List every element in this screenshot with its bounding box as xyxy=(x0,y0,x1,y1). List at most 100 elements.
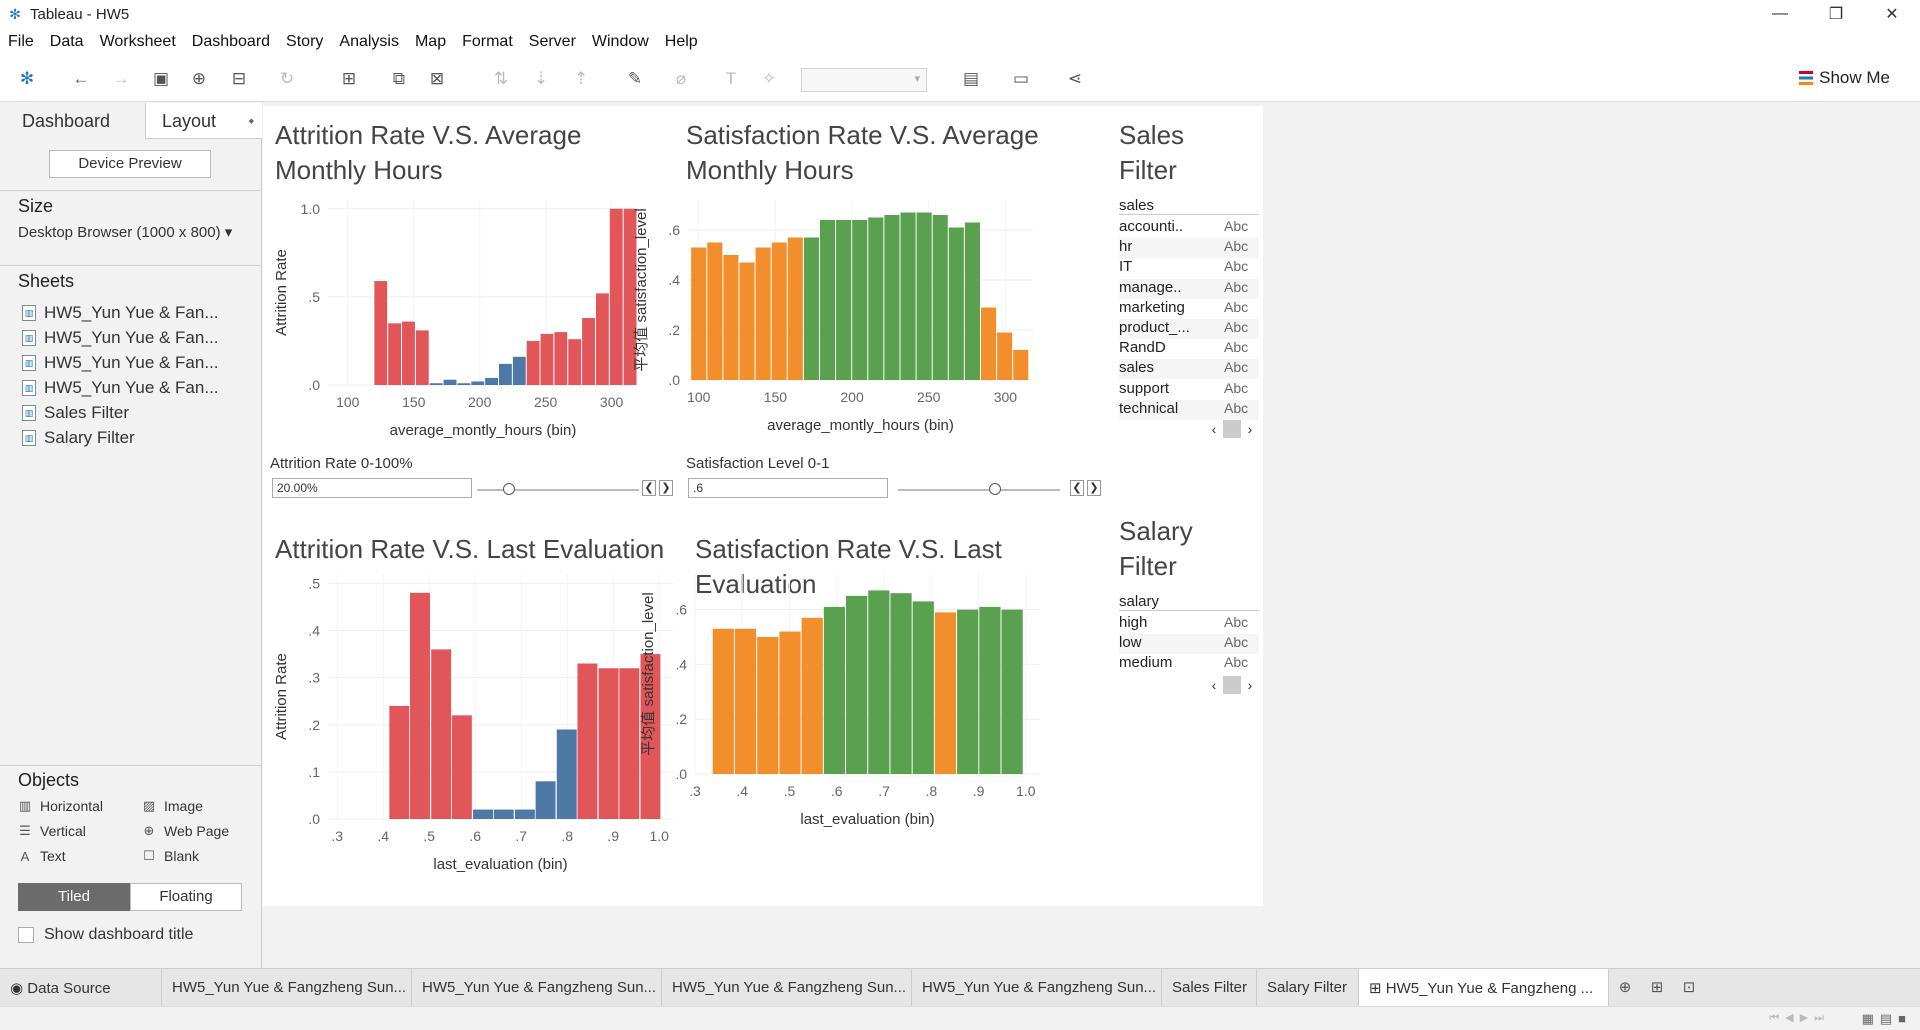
increment-button[interactable]: ❯ xyxy=(1087,480,1101,496)
menu-data[interactable]: Data xyxy=(50,33,84,51)
clear-sheet-icon[interactable]: ⊠ xyxy=(424,66,450,92)
close-button[interactable]: ✕ xyxy=(1864,0,1920,28)
object-vertical[interactable]: ☰ Vertical xyxy=(18,823,86,839)
filter-row[interactable]: high Abc xyxy=(1119,614,1259,634)
tab-dashboard[interactable]: Dashboard xyxy=(0,103,145,139)
chevron-left-icon[interactable]: ‹ xyxy=(1205,420,1223,438)
highlight-icon[interactable]: ✎ xyxy=(622,66,648,92)
tab-sales-filter[interactable]: Sales Filter xyxy=(1162,969,1257,1006)
y-tick-label: .0 xyxy=(668,372,680,388)
menu-file[interactable]: File xyxy=(8,33,34,51)
menu-analysis[interactable]: Analysis xyxy=(339,33,399,51)
undo-icon[interactable]: ← xyxy=(68,66,94,92)
satisfaction-param-input[interactable]: .6 xyxy=(688,478,888,498)
salary-filter-nav: ‹ › xyxy=(1119,676,1259,694)
sheet-item[interactable]: ▥ HW5_Yun Yue & Fan... xyxy=(22,378,219,398)
filter-row[interactable]: technical Abc xyxy=(1119,399,1259,420)
filter-row[interactable]: manage.. Abc xyxy=(1119,278,1259,299)
sheet-item[interactable]: ▥ Sales Filter xyxy=(22,403,129,423)
restore-button[interactable]: ❐ xyxy=(1808,0,1864,28)
menu-help[interactable]: Help xyxy=(665,33,698,51)
fix-axes-icon[interactable]: ✧ xyxy=(756,66,782,92)
filter-row[interactable]: sales Abc xyxy=(1119,359,1259,380)
duplicate-icon[interactable]: ⧉ xyxy=(386,66,412,92)
tab-worksheet[interactable]: HW5_Yun Yue & Fangzheng Sun... xyxy=(412,969,662,1006)
sort-descending-icon[interactable]: ⇡ xyxy=(568,66,594,92)
decrement-button[interactable]: ❮ xyxy=(1070,480,1084,496)
tab-data-source[interactable]: ◉ Data Source xyxy=(0,969,162,1006)
filter-row[interactable]: RandD Abc xyxy=(1119,339,1259,359)
filter-row[interactable]: support Abc xyxy=(1119,380,1259,400)
sort-ascending-icon[interactable]: ⇣ xyxy=(528,66,554,92)
satisfaction-param-slider[interactable] xyxy=(898,489,1060,491)
object-horizontal[interactable]: ▥ Horizontal xyxy=(18,798,103,814)
filter-row[interactable]: medium Abc xyxy=(1119,654,1259,674)
sheet-navigation[interactable]: ⏮◀▶⏭ xyxy=(1769,1011,1830,1025)
save-icon[interactable]: ▣ xyxy=(148,66,174,92)
bar xyxy=(1001,609,1023,774)
filter-row[interactable]: marketing Abc xyxy=(1119,299,1259,319)
presentation-icon[interactable]: ▭ xyxy=(1008,66,1034,92)
filter-row[interactable]: product_... Abc xyxy=(1119,319,1259,339)
object-blank[interactable]: ☐ Blank xyxy=(142,848,199,864)
new-story-icon[interactable]: ⊡ xyxy=(1673,969,1705,1006)
filter-row[interactable]: low Abc xyxy=(1119,634,1259,655)
chevron-right-icon[interactable]: › xyxy=(1241,420,1259,438)
group-icon[interactable]: ⌀ xyxy=(668,66,694,92)
chevron-right-icon[interactable]: › xyxy=(1241,676,1259,694)
swap-icon[interactable]: ⇅ xyxy=(488,66,514,92)
tableau-home-icon[interactable]: ✻ xyxy=(14,66,40,92)
fit-dropdown[interactable] xyxy=(801,68,927,92)
tab-layout[interactable]: Layout xyxy=(145,103,262,139)
increment-button[interactable]: ❯ xyxy=(659,480,673,496)
pause-updates-icon[interactable]: ⊟ xyxy=(226,66,252,92)
refresh-icon[interactable]: ↻ xyxy=(274,66,300,92)
menu-map[interactable]: Map xyxy=(415,33,446,51)
attrition-param-input[interactable]: 20.00% xyxy=(272,478,472,498)
decrement-button[interactable]: ❮ xyxy=(642,480,656,496)
filter-row[interactable]: hr Abc xyxy=(1119,238,1259,259)
menu-story[interactable]: Story xyxy=(286,33,323,51)
chevron-left-icon[interactable]: ‹ xyxy=(1205,676,1223,694)
menu-dashboard[interactable]: Dashboard xyxy=(192,33,270,51)
tab-worksheet[interactable]: HW5_Yun Yue & Fangzheng Sun... xyxy=(912,969,1162,1006)
tab-worksheet[interactable]: HW5_Yun Yue & Fangzheng Sun... xyxy=(162,969,412,1006)
redo-icon[interactable]: → xyxy=(108,66,134,92)
sheet-label: HW5_Yun Yue & Fan... xyxy=(44,328,219,347)
show-cards-icon[interactable]: ▤ xyxy=(958,66,984,92)
attrition-param-slider[interactable] xyxy=(477,489,639,491)
menu-worksheet[interactable]: Worksheet xyxy=(100,33,176,51)
object-text[interactable]: A Text xyxy=(18,848,66,864)
menu-window[interactable]: Window xyxy=(592,33,649,51)
object-web-page[interactable]: ⊕ Web Page xyxy=(142,823,230,839)
minimize-button[interactable]: — xyxy=(1752,0,1808,28)
show-dashboard-title-checkbox[interactable]: Show dashboard title xyxy=(18,926,193,944)
filter-row[interactable]: accounti.. Abc xyxy=(1119,218,1259,238)
new-data-source-icon[interactable]: ⊕ xyxy=(186,66,212,92)
scroll-thumb[interactable] xyxy=(1223,420,1241,438)
device-preview-button[interactable]: Device Preview xyxy=(49,150,211,178)
share-icon[interactable]: ⋖ xyxy=(1062,66,1088,92)
menu-format[interactable]: Format xyxy=(462,33,513,51)
filter-row[interactable]: IT Abc xyxy=(1119,258,1259,278)
tab-dashboard-active[interactable]: ⊞ HW5_Yun Yue & Fangzheng ... xyxy=(1359,969,1609,1006)
object-image[interactable]: ▨ Image xyxy=(142,798,203,814)
sheet-item[interactable]: ▥ Salary Filter xyxy=(22,428,135,448)
new-worksheet-icon[interactable]: ⊕ xyxy=(1609,969,1641,1006)
menu-server[interactable]: Server xyxy=(529,33,576,51)
tab-worksheet[interactable]: HW5_Yun Yue & Fangzheng Sun... xyxy=(662,969,912,1006)
show-me-button[interactable]: Show Me xyxy=(1799,68,1890,88)
tab-salary-filter[interactable]: Salary Filter xyxy=(1257,969,1359,1006)
scroll-thumb[interactable] xyxy=(1223,676,1241,694)
new-dashboard-icon[interactable]: ⊞ xyxy=(1641,969,1673,1006)
new-worksheet-icon[interactable]: ⊞ xyxy=(336,66,362,92)
sheet-item[interactable]: ▥ HW5_Yun Yue & Fan... xyxy=(22,328,219,348)
tiled-button[interactable]: Tiled xyxy=(18,883,130,911)
x-tick-label: .8 xyxy=(561,828,573,844)
sheet-item[interactable]: ▥ HW5_Yun Yue & Fan... xyxy=(22,353,219,373)
labels-icon[interactable]: T xyxy=(718,66,744,92)
floating-button[interactable]: Floating xyxy=(130,883,242,911)
view-switcher[interactable]: ▦▤■ xyxy=(1862,1011,1912,1027)
sheet-item[interactable]: ▥ HW5_Yun Yue & Fan... xyxy=(22,303,219,323)
size-dropdown[interactable]: Desktop Browser (1000 x 800) ▾ xyxy=(18,223,232,241)
